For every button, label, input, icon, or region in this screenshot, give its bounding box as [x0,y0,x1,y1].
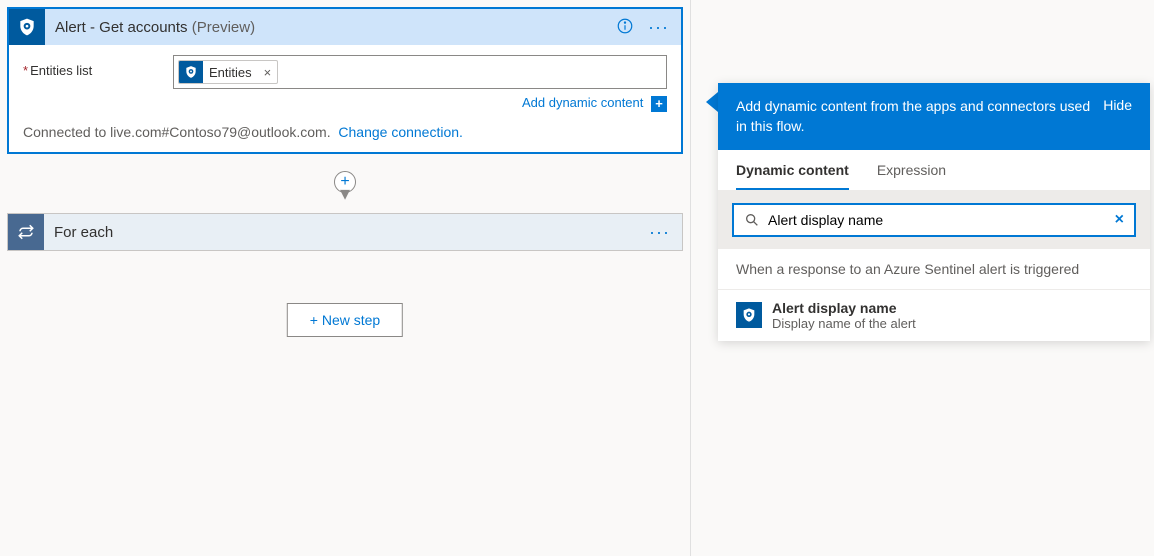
item-title: Alert display name [772,300,916,316]
for-each-header[interactable]: For each ··· [8,214,682,250]
sentinel-icon [736,302,762,328]
more-icon[interactable]: ··· [648,17,669,38]
sentinel-icon [9,9,45,45]
add-dynamic-content-link[interactable]: Add dynamic content [522,95,643,110]
remove-token-icon[interactable]: × [258,65,278,80]
tab-expression[interactable]: Expression [877,150,946,190]
trigger-section-label: When a response to an Azure Sentinel ale… [718,249,1150,290]
add-dynamic-plus-icon[interactable]: + [651,96,667,112]
alert-card-title: Alert - Get accounts (Preview) [45,19,616,36]
alert-card-header[interactable]: Alert - Get accounts (Preview) ··· [9,9,681,45]
panel-header-text: Add dynamic content from the apps and co… [736,97,1103,136]
dynamic-content-item[interactable]: Alert display name Display name of the a… [718,290,1150,341]
search-box: × [732,203,1136,237]
change-connection-link[interactable]: Change connection. [338,124,463,140]
loop-icon [8,214,44,250]
item-subtitle: Display name of the alert [772,316,916,331]
info-icon[interactable] [616,17,634,38]
hide-panel-link[interactable]: Hide [1103,97,1132,113]
step-connector: + ▾ [330,167,360,198]
entities-token: Entities × [178,60,278,84]
sentinel-icon [179,60,203,84]
alert-get-accounts-card: Alert - Get accounts (Preview) ··· *Enti… [7,7,683,154]
more-icon[interactable]: ··· [649,222,682,243]
for-each-card: For each ··· [7,213,683,251]
entities-list-label: *Entities list [23,55,173,78]
for-each-title: For each [44,224,649,241]
connection-footer: Connected to live.com#Contoso79@outlook.… [9,118,681,152]
tab-dynamic-content[interactable]: Dynamic content [736,150,849,190]
dynamic-content-panel: Add dynamic content from the apps and co… [718,83,1150,341]
entities-list-input[interactable]: Entities × [173,55,667,89]
new-step-button[interactable]: + New step [287,303,403,337]
token-label: Entities [203,65,258,80]
search-icon [744,212,760,228]
panel-callout-arrow [706,92,718,112]
search-input[interactable] [760,212,1115,228]
arrow-down-icon: ▾ [340,190,350,198]
clear-search-icon[interactable]: × [1115,211,1124,229]
